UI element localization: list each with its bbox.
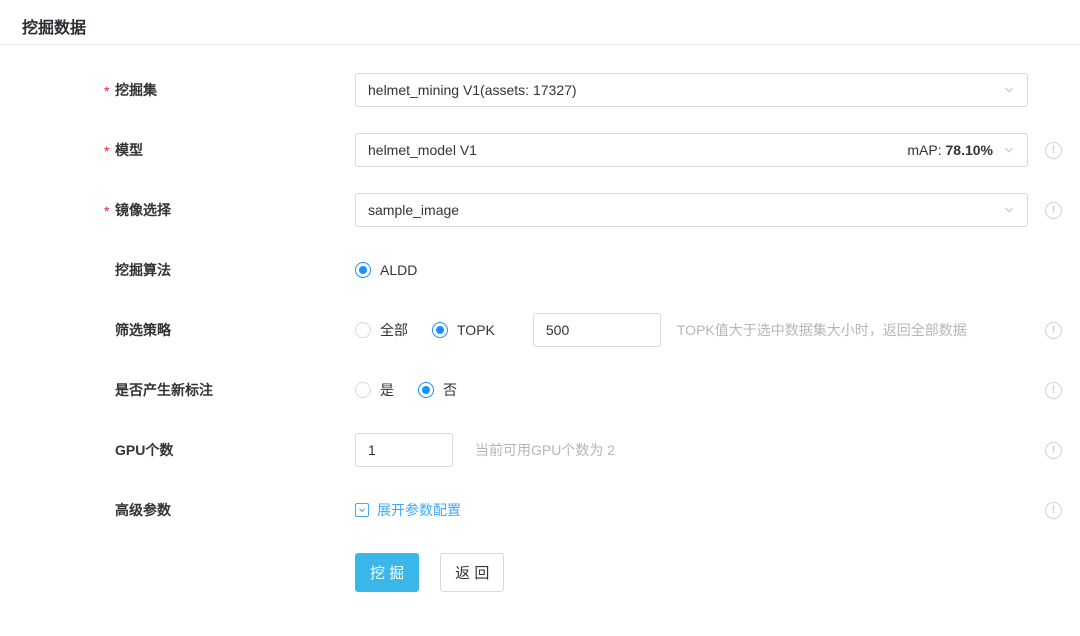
required-asterisk: * <box>104 134 109 168</box>
strategy-label: 筛选策略 <box>0 313 355 347</box>
topk-input[interactable] <box>533 313 661 347</box>
form-actions: 挖 掘 返 回 <box>355 553 1080 592</box>
page-title: 挖掘数据 <box>22 14 1080 38</box>
radio-no[interactable]: 否 <box>418 380 457 400</box>
model-select[interactable]: helmet_model V1 mAP: 78.10% <box>355 133 1028 167</box>
dataset-label-text: 挖掘集 <box>115 82 157 98</box>
gpu-control: 当前可用GPU个数为 2 <box>355 433 1028 467</box>
mine-data-form: * 挖掘集 helmet_mining V1(assets: 17327) * … <box>0 45 1080 592</box>
down-square-icon <box>355 503 369 517</box>
model-label-text: 模型 <box>115 142 143 158</box>
advanced-label: 高级参数 <box>0 493 355 527</box>
radio-all[interactable]: 全部 <box>355 320 408 340</box>
gpu-count-input[interactable] <box>355 433 453 467</box>
advanced-control: 展开参数配置 <box>355 500 1028 520</box>
required-asterisk: * <box>104 74 109 108</box>
page-header: 挖掘数据 <box>0 0 1080 45</box>
info-icon[interactable]: ! <box>1045 322 1062 339</box>
dataset-label: * 挖掘集 <box>0 73 355 107</box>
radio-all-label: 全部 <box>380 320 408 340</box>
model-control: helmet_model V1 mAP: 78.10% <box>355 133 1028 167</box>
form-row-algorithm: 挖掘算法 ALDD <box>0 253 1080 287</box>
form-row-new-annotation: 是否产生新标注 是 否 ! <box>0 373 1080 407</box>
dataset-select[interactable]: helmet_mining V1(assets: 17327) <box>355 73 1028 107</box>
info-icon[interactable]: ! <box>1045 382 1062 399</box>
topk-hint: TOPK值大于选中数据集大小时，返回全部数据 <box>677 320 967 340</box>
chevron-down-icon <box>1003 204 1015 216</box>
model-label: * 模型 <box>0 133 355 167</box>
form-row-advanced: 高级参数 展开参数配置 ! <box>0 493 1080 527</box>
form-row-image: * 镜像选择 sample_image ! <box>0 193 1080 227</box>
radio-checked-icon <box>418 382 434 398</box>
expand-params-link[interactable]: 展开参数配置 <box>355 500 461 520</box>
new-annotation-label: 是否产生新标注 <box>0 373 355 407</box>
strategy-control: 全部 TOPK TOPK值大于选中数据集大小时，返回全部数据 <box>355 313 1028 347</box>
mine-button[interactable]: 挖 掘 <box>355 553 419 592</box>
chevron-down-icon <box>1003 84 1015 96</box>
model-map-info: mAP: 78.10% <box>907 142 993 158</box>
image-label: * 镜像选择 <box>0 193 355 227</box>
radio-checked-icon <box>432 322 448 338</box>
dataset-select-value: helmet_mining V1(assets: 17327) <box>368 82 1003 98</box>
info-icon[interactable]: ! <box>1045 502 1062 519</box>
form-row-model: * 模型 helmet_model V1 mAP: 78.10% ! <box>0 133 1080 167</box>
info-icon[interactable]: ! <box>1045 202 1062 219</box>
image-control: sample_image <box>355 193 1028 227</box>
algorithm-label: 挖掘算法 <box>0 253 355 287</box>
form-row-strategy: 筛选策略 全部 TOPK TOPK值大于选中数据集大小时，返回全部数据 ! <box>0 313 1080 347</box>
form-row-dataset: * 挖掘集 helmet_mining V1(assets: 17327) <box>0 73 1080 107</box>
model-select-value: helmet_model V1 <box>368 142 907 158</box>
radio-aldd[interactable]: ALDD <box>355 262 417 278</box>
image-select-value: sample_image <box>368 202 1003 218</box>
new-annotation-label-text: 是否产生新标注 <box>115 382 213 398</box>
image-select[interactable]: sample_image <box>355 193 1028 227</box>
strategy-label-text: 筛选策略 <box>115 322 171 338</box>
form-row-gpu: GPU个数 当前可用GPU个数为 2 ! <box>0 433 1080 467</box>
required-asterisk: * <box>104 194 109 228</box>
back-button[interactable]: 返 回 <box>440 553 504 592</box>
map-value: 78.10% <box>946 142 993 158</box>
expand-params-link-text: 展开参数配置 <box>377 500 461 520</box>
radio-topk[interactable]: TOPK <box>432 322 495 338</box>
radio-yes-label: 是 <box>380 380 394 400</box>
gpu-label-text: GPU个数 <box>115 442 173 458</box>
chevron-down-icon <box>1003 144 1015 156</box>
radio-no-label: 否 <box>443 380 457 400</box>
algorithm-label-text: 挖掘算法 <box>115 262 171 278</box>
new-annotation-control: 是 否 <box>355 380 1028 400</box>
advanced-label-text: 高级参数 <box>115 502 171 518</box>
radio-yes[interactable]: 是 <box>355 380 394 400</box>
radio-unchecked-icon <box>355 382 371 398</box>
radio-checked-icon <box>355 262 371 278</box>
dataset-control: helmet_mining V1(assets: 17327) <box>355 73 1028 107</box>
info-icon[interactable]: ! <box>1045 442 1062 459</box>
info-icon[interactable]: ! <box>1045 142 1062 159</box>
map-label: mAP: <box>907 142 941 158</box>
gpu-hint: 当前可用GPU个数为 2 <box>475 440 615 460</box>
radio-unchecked-icon <box>355 322 371 338</box>
mine-data-page: 挖掘数据 * 挖掘集 helmet_mining V1(assets: 1732… <box>0 0 1080 592</box>
radio-aldd-label: ALDD <box>380 262 417 278</box>
radio-topk-label: TOPK <box>457 322 495 338</box>
gpu-label: GPU个数 <box>0 433 355 467</box>
image-label-text: 镜像选择 <box>115 202 171 218</box>
algorithm-control: ALDD <box>355 262 1028 278</box>
